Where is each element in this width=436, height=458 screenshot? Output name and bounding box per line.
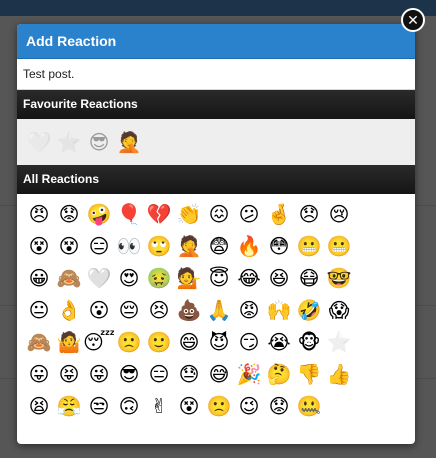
favourite-reactions-list: 🤍 ⭐ 😎 🤦 bbox=[17, 119, 415, 165]
reaction-emoji-icon[interactable]: 🔥 bbox=[236, 233, 262, 259]
reaction-row: 😠 😟 🤪 🎈 💔 👏 😖 😕 🤞 😞 😢 bbox=[26, 201, 415, 226]
reaction-emoji-icon[interactable]: 🙃 bbox=[116, 393, 142, 419]
reaction-emoji-icon[interactable]: 😵 bbox=[26, 233, 52, 259]
reaction-emoji-icon[interactable]: 😛 bbox=[26, 361, 52, 387]
reaction-emoji-icon[interactable]: 🤐 bbox=[296, 393, 322, 419]
reaction-emoji-icon[interactable]: 🐵 bbox=[296, 329, 322, 355]
reaction-emoji-icon[interactable]: 😇 bbox=[206, 265, 232, 291]
reaction-emoji-icon[interactable]: 🤦 bbox=[176, 233, 202, 259]
reaction-emoji-icon[interactable]: ⭐ bbox=[326, 329, 352, 355]
reaction-emoji-icon[interactable]: 😢 bbox=[326, 201, 352, 227]
sunglasses-face-icon[interactable]: 😎 bbox=[86, 129, 112, 155]
reaction-emoji-icon[interactable]: 😈 bbox=[206, 329, 232, 355]
reaction-emoji-icon[interactable]: 😍 bbox=[116, 265, 142, 291]
reaction-emoji-icon[interactable]: 🤣 bbox=[296, 297, 322, 323]
heart-icon[interactable]: 🤍 bbox=[26, 129, 52, 155]
reaction-emoji-icon[interactable]: 🙏 bbox=[206, 297, 232, 323]
reaction-emoji-icon[interactable]: 😑 bbox=[86, 233, 112, 259]
post-preview-text: Test post. bbox=[17, 59, 415, 90]
reaction-emoji-icon[interactable]: 😟 bbox=[56, 201, 82, 227]
all-reactions-grid: 😠 😟 🤪 🎈 💔 👏 😖 😕 🤞 😞 😢 😵 😵 😑 👀 🙄 🤦 😨 🔥 😳 😬 😬 😀 🙈 🤍 😍 🤢 💁 😇 😂 😆 😷 🤓 😐 👌 😮 😔 😣 💩 🙏… bbox=[17, 194, 415, 418]
reaction-emoji-icon[interactable]: 😳 bbox=[266, 233, 292, 259]
reaction-emoji-icon[interactable]: 👎 bbox=[296, 361, 322, 387]
reaction-emoji-icon[interactable]: 😨 bbox=[206, 233, 232, 259]
star-icon[interactable]: ⭐ bbox=[56, 129, 82, 155]
reaction-emoji-icon[interactable]: 🎉 bbox=[236, 361, 262, 387]
close-icon: ✕ bbox=[407, 11, 419, 28]
reaction-emoji-icon[interactable]: 👏 bbox=[176, 201, 202, 227]
reaction-emoji-icon[interactable]: 😫 bbox=[26, 393, 52, 419]
reaction-emoji-icon[interactable]: 😠 bbox=[26, 201, 52, 227]
reaction-emoji-icon[interactable]: 😟 bbox=[266, 393, 292, 419]
reaction-emoji-icon[interactable]: 💩 bbox=[176, 297, 202, 323]
reaction-emoji-icon[interactable]: 🙁 bbox=[206, 393, 232, 419]
reaction-emoji-icon[interactable]: 🤷 bbox=[56, 329, 82, 355]
modal-title: Add Reaction bbox=[17, 24, 415, 59]
reaction-emoji-icon[interactable]: 👌 bbox=[56, 297, 82, 323]
reaction-emoji-icon[interactable]: 🎈 bbox=[116, 201, 142, 227]
reaction-emoji-icon[interactable]: 😷 bbox=[296, 265, 322, 291]
reaction-emoji-icon[interactable]: 😣 bbox=[146, 297, 172, 323]
all-reactions-heading: All Reactions bbox=[17, 165, 415, 194]
background-top-bar bbox=[0, 0, 436, 16]
reaction-emoji-icon[interactable]: 😆 bbox=[266, 265, 292, 291]
reaction-emoji-icon[interactable]: 🤞 bbox=[266, 201, 292, 227]
reaction-emoji-icon[interactable]: 🙁 bbox=[116, 329, 142, 355]
reaction-emoji-icon[interactable]: 😑 bbox=[146, 361, 172, 387]
favourite-reactions-heading: Favourite Reactions bbox=[17, 90, 415, 119]
reaction-emoji-icon[interactable]: 😤 bbox=[56, 393, 82, 419]
reaction-emoji-icon[interactable]: 😔 bbox=[116, 297, 142, 323]
reaction-emoji-icon[interactable]: 😓 bbox=[176, 361, 202, 387]
reaction-emoji-icon[interactable]: 🙌 bbox=[266, 297, 292, 323]
reaction-emoji-icon[interactable]: 💁 bbox=[176, 265, 202, 291]
reaction-emoji-icon[interactable]: 😒 bbox=[86, 393, 112, 419]
reaction-emoji-icon[interactable]: 😬 bbox=[296, 233, 322, 259]
reaction-emoji-icon[interactable]: 😡 bbox=[236, 297, 262, 323]
reaction-emoji-icon[interactable]: 😵 bbox=[56, 233, 82, 259]
reaction-emoji-icon[interactable]: 😬 bbox=[326, 233, 352, 259]
reaction-emoji-icon[interactable]: 😉 bbox=[236, 393, 262, 419]
reaction-emoji-icon[interactable]: 💔 bbox=[146, 201, 172, 227]
reaction-emoji-icon[interactable]: 😞 bbox=[296, 201, 322, 227]
reaction-emoji-icon[interactable]: 🤓 bbox=[326, 265, 352, 291]
reaction-row: 😀 🙈 🤍 😍 🤢 💁 😇 😂 😆 😷 🤓 bbox=[26, 265, 415, 290]
reaction-emoji-icon[interactable]: 👀 bbox=[116, 233, 142, 259]
reaction-row: 😫 😤 😒 🙃 ✌ 😵 🙁 😉 😟 🤐 bbox=[26, 393, 415, 418]
reaction-emoji-icon[interactable]: 🙂 bbox=[146, 329, 172, 355]
reaction-emoji-icon[interactable]: 😮 bbox=[86, 297, 112, 323]
reaction-emoji-icon[interactable]: 😕 bbox=[236, 201, 262, 227]
reaction-emoji-icon[interactable]: 😅 bbox=[206, 361, 232, 387]
facepalm-icon[interactable]: 🤦 bbox=[116, 129, 142, 155]
reaction-emoji-icon[interactable]: 😐 bbox=[26, 297, 52, 323]
reaction-emoji-icon[interactable]: 😝 bbox=[56, 361, 82, 387]
reaction-emoji-icon[interactable]: 😭 bbox=[266, 329, 292, 355]
reaction-emoji-icon[interactable]: 😱 bbox=[326, 297, 352, 323]
reaction-emoji-icon[interactable]: 🙈 bbox=[56, 265, 82, 291]
reaction-emoji-icon[interactable]: ✌ bbox=[146, 393, 172, 419]
reaction-emoji-icon[interactable]: 😂 bbox=[236, 265, 262, 291]
reaction-row: 😛 😝 😜 😎 😑 😓 😅 🎉 🤔 👎 👍 bbox=[26, 361, 415, 386]
reaction-emoji-icon[interactable]: 🤢 bbox=[146, 265, 172, 291]
reaction-emoji-icon[interactable]: 😴 bbox=[83, 329, 115, 355]
reaction-emoji-icon[interactable]: 😎 bbox=[116, 361, 142, 387]
reaction-emoji-icon[interactable]: 😄 bbox=[176, 329, 202, 355]
reaction-emoji-icon[interactable]: 😀 bbox=[26, 265, 52, 291]
reaction-row: 🙈 🤷 😴 🙁 🙂 😄 😈 😏 😭 🐵 ⭐ bbox=[26, 329, 415, 354]
reaction-emoji-icon[interactable]: 😵 bbox=[176, 393, 202, 419]
reaction-emoji-icon[interactable]: 👍 bbox=[326, 361, 352, 387]
reaction-emoji-icon[interactable]: 🤪 bbox=[86, 201, 112, 227]
reaction-emoji-icon[interactable]: 😜 bbox=[86, 361, 112, 387]
reaction-emoji-icon[interactable]: 😖 bbox=[206, 201, 232, 227]
reaction-row: 😐 👌 😮 😔 😣 💩 🙏 😡 🙌 🤣 😱 bbox=[26, 297, 415, 322]
reaction-emoji-icon[interactable]: 🤔 bbox=[266, 361, 292, 387]
reaction-emoji-icon[interactable]: 😏 bbox=[236, 329, 262, 355]
add-reaction-modal: Add Reaction Test post. Favourite Reacti… bbox=[17, 24, 415, 444]
reaction-emoji-icon[interactable]: 🤍 bbox=[86, 265, 112, 291]
close-button[interactable]: ✕ bbox=[401, 8, 425, 32]
reaction-emoji-icon[interactable]: 🙄 bbox=[146, 233, 172, 259]
reaction-row: 😵 😵 😑 👀 🙄 🤦 😨 🔥 😳 😬 😬 bbox=[26, 233, 415, 258]
reaction-emoji-icon[interactable]: 🙈 bbox=[26, 329, 52, 355]
